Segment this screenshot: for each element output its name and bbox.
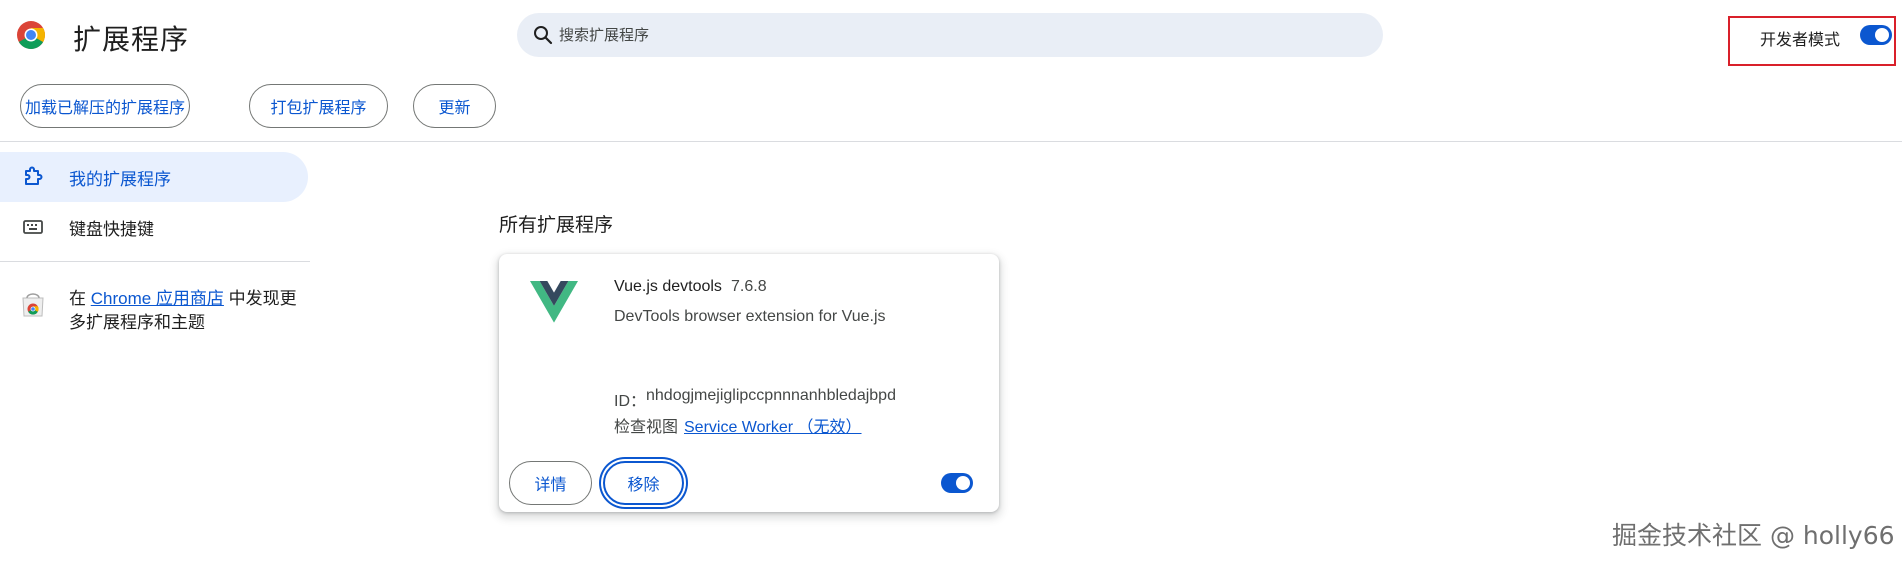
- extension-description: DevTools browser extension for Vue.js: [614, 308, 886, 325]
- keyboard-icon: [23, 220, 43, 234]
- developer-mode-toggle[interactable]: [1860, 25, 1892, 45]
- details-button[interactable]: 详情: [509, 461, 592, 505]
- page-title: 扩展程序: [73, 24, 190, 55]
- extension-name: Vue.js devtools: [614, 278, 722, 295]
- sidebar-item-label: 我的扩展程序: [69, 169, 171, 189]
- sidebar-item-keyboard-shortcuts[interactable]: 键盘快捷键: [0, 202, 308, 252]
- chrome-web-store-icon: [22, 293, 44, 317]
- search-bar[interactable]: [517, 13, 1383, 57]
- remove-button[interactable]: 移除: [603, 461, 684, 505]
- update-button[interactable]: 更新: [413, 84, 496, 128]
- section-title: 所有扩展程序: [499, 215, 614, 236]
- extension-version: 7.6.8: [731, 278, 767, 295]
- sidebar-item-my-extensions[interactable]: 我的扩展程序: [0, 152, 308, 202]
- extension-id-value: nhdogjmejiglipccpnnnanhbledajbpd: [646, 387, 896, 404]
- vue-logo-icon: [530, 281, 578, 323]
- sidebar: 我的扩展程序 键盘快捷键 在 Chrome 应用商店 中发现更多扩展程序和主题: [0, 142, 310, 567]
- search-input[interactable]: [559, 13, 1339, 57]
- sidebar-item-label: 键盘快捷键: [69, 219, 154, 239]
- extension-enable-toggle[interactable]: [941, 473, 973, 493]
- inspect-views-label: 检查视图: [614, 419, 679, 436]
- extension-id-label: ID：: [614, 393, 647, 410]
- web-store-promo: 在 Chrome 应用商店 中发现更多扩展程序和主题: [69, 287, 309, 335]
- watermark: 掘金技术社区 @ holly66: [1612, 521, 1895, 550]
- header: 扩展程序 开发者模式: [0, 0, 1902, 72]
- puzzle-icon: [25, 166, 43, 185]
- pack-extension-button[interactable]: 打包扩展程序: [249, 84, 388, 128]
- store-prefix: 在: [69, 289, 91, 308]
- extensions-page: 扩展程序 开发者模式 加载已解压的扩展程序 打包扩展程序 更新 我的扩展程序: [0, 0, 1902, 567]
- toggle-knob: [956, 476, 970, 490]
- search-icon: [534, 26, 553, 45]
- chrome-web-store-link[interactable]: Chrome 应用商店: [91, 289, 224, 308]
- developer-mode-label: 开发者模式: [1760, 32, 1841, 49]
- toolbar: 加载已解压的扩展程序 打包扩展程序 更新: [0, 84, 1902, 128]
- load-unpacked-button[interactable]: 加载已解压的扩展程序: [20, 84, 190, 128]
- sidebar-divider: [0, 261, 310, 262]
- service-worker-link[interactable]: Service Worker （无效）: [684, 413, 862, 437]
- toggle-knob: [1875, 28, 1889, 42]
- chrome-logo-icon: [17, 21, 45, 49]
- extension-card: Vue.js devtools 7.6.8 DevTools browser e…: [499, 254, 999, 512]
